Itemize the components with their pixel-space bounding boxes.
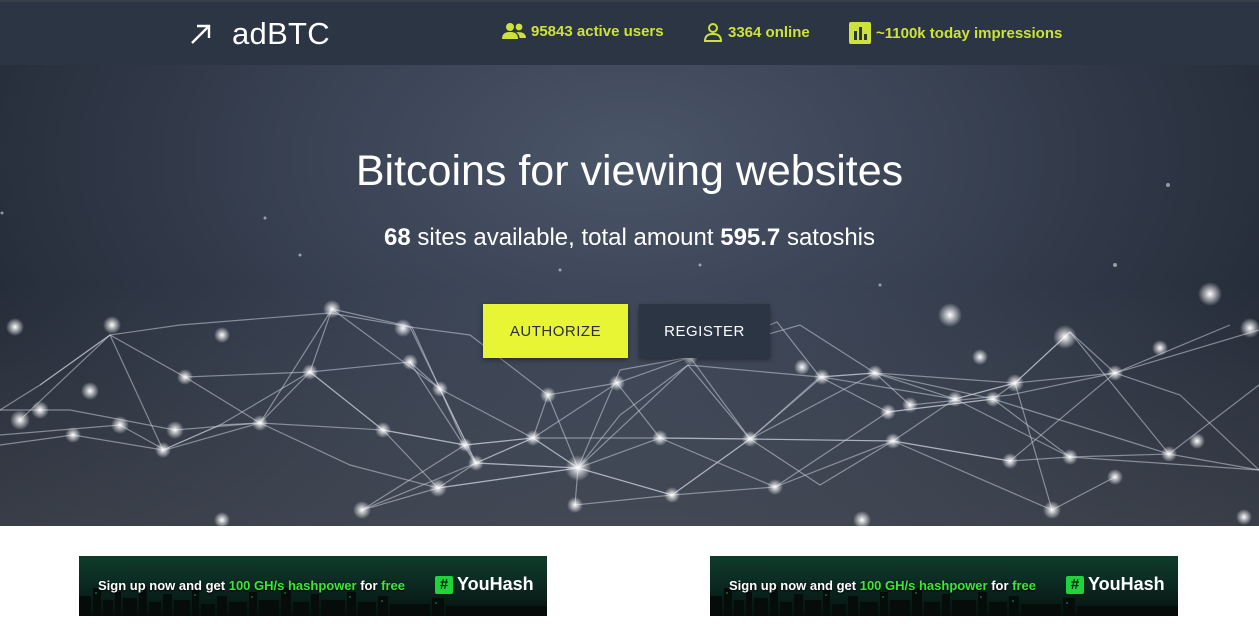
stat-impressions: ~1100k today impressions — [849, 22, 1062, 44]
network-background — [0, 183, 1259, 526]
youhash-brand-text: YouHash — [1088, 574, 1165, 594]
banner-text-part1: Sign up now and get — [729, 578, 860, 593]
hash-icon: # — [1066, 575, 1084, 594]
top-navbar: adBTC 95843 active users 3364 online ~11… — [0, 0, 1259, 65]
banner-highlight-free: free — [381, 578, 406, 593]
arrow-up-right-icon — [191, 24, 211, 44]
stat-active-users-text: 95843 active users — [531, 22, 664, 40]
stat-online-text: 3364 online — [728, 23, 810, 41]
banner-text: Sign up now and get 100 GH/s hashpower f… — [98, 578, 405, 593]
banner-highlight-hashpower: 100 GH/s hashpower — [859, 578, 988, 593]
banner-highlight-free: free — [1012, 578, 1037, 593]
register-button[interactable]: REGISTER — [639, 304, 770, 358]
youhash-brand: # YouHash — [435, 574, 534, 595]
logo-text: adBTC — [232, 16, 330, 51]
banner-text-part2: for — [987, 578, 1013, 593]
authorize-button[interactable]: AUTHORIZE — [483, 304, 628, 358]
stat-active-users: 95843 active users — [502, 22, 664, 40]
hero-subtitle: 68 sites available, total amount 595.7 s… — [0, 224, 1259, 252]
hero-section: Bitcoins for viewing websites 68 sites a… — [0, 65, 1259, 526]
banner-text: Sign up now and get 100 GH/s hashpower f… — [729, 578, 1036, 593]
subtitle-unit-text: satoshis — [780, 224, 875, 251]
stat-impressions-text: ~1100k today impressions — [876, 24, 1063, 42]
youhash-brand: # YouHash — [1066, 574, 1165, 595]
total-amount: 595.7 — [720, 224, 781, 251]
hash-icon: # — [435, 575, 453, 594]
bar-chart-icon — [849, 22, 871, 44]
banner-highlight-hashpower: 100 GH/s hashpower — [228, 578, 357, 593]
person-icon — [703, 23, 723, 42]
sites-count: 68 — [384, 224, 411, 251]
youhash-banner-left[interactable]: Sign up now and get 100 GH/s hashpower f… — [79, 556, 547, 616]
stat-online: 3364 online — [703, 22, 810, 42]
hero-title: Bitcoins for viewing websites — [355, 147, 904, 195]
banner-text-part1: Sign up now and get — [98, 578, 229, 593]
users-group-icon — [502, 23, 526, 39]
subtitle-middle-text: sites available, total amount — [410, 224, 721, 251]
logo-link[interactable]: adBTC — [188, 16, 330, 52]
banner-text-part2: for — [356, 578, 382, 593]
youhash-banner-right[interactable]: Sign up now and get 100 GH/s hashpower f… — [710, 556, 1178, 616]
youhash-brand-text: YouHash — [457, 574, 534, 594]
